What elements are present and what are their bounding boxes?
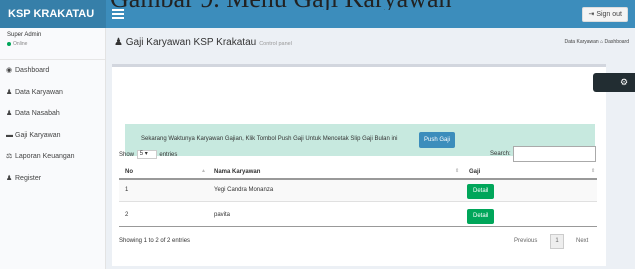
detail-button[interactable]: Detail <box>467 184 495 199</box>
sidebar-item-label: Data Nasabah <box>15 110 60 117</box>
breadcrumb-home[interactable]: Dashboard <box>605 39 629 45</box>
cell-nama: pavita <box>214 212 231 218</box>
entries-label: entries <box>159 152 178 159</box>
user-plus-icon: ♟ <box>6 174 13 182</box>
users-icon: ♟ <box>6 110 13 117</box>
search-label: Search: <box>490 151 511 157</box>
pagination-previous[interactable]: Previous <box>514 238 537 244</box>
entries-select[interactable]: 5 ▾ <box>136 150 157 159</box>
home-icon: ⌂ <box>600 39 604 45</box>
sidebar: Super Admin Online ◉ Dashboard ♟ Data Kary… <box>0 28 106 269</box>
user-name: Super Admin <box>7 32 42 38</box>
cell-nama: Yegi Candra Monanza <box>214 187 274 193</box>
page-subtitle: Control panel <box>259 41 292 47</box>
dashboard-icon: ◉ <box>6 67 13 74</box>
sidebar-item-data-karyawan[interactable]: ♟ Data Karyawan <box>0 82 105 104</box>
sign-out-label: Sign out <box>596 11 622 18</box>
search-input[interactable] <box>513 146 596 162</box>
content-header: ♟ Gaji Karyawan KSP Krakatau Control pane… <box>106 28 635 58</box>
gear-icon[interactable]: ⚙ <box>593 73 635 92</box>
sidebar-item-label: Dashboard <box>15 67 50 74</box>
detail-button[interactable]: Detail <box>467 209 495 224</box>
sign-out-button[interactable]: ⇥ Sign out <box>582 7 628 22</box>
column-no[interactable]: No <box>125 169 133 175</box>
page-title-text: Gaji Karyawan KSP Krakatau <box>125 37 257 48</box>
user-icon: ♟ <box>6 88 13 96</box>
online-dot-icon <box>7 41 11 46</box>
sidebar-item-label: Gaji Karyawan <box>15 131 61 139</box>
menu-toggle-icon[interactable] <box>112 9 124 19</box>
sign-out-icon: ⇥ <box>588 11 595 18</box>
table-header: No ▲ Nama Karyawan ⇕ Gaji ⇕ <box>119 165 597 180</box>
notice-text: Sekarang Waktunya Karyawan Gajian, Klik … <box>141 136 398 142</box>
user-status-label: Online <box>13 41 28 47</box>
sidebar-item-label: Data Karyawan <box>15 88 63 96</box>
balance-icon: ⚖ <box>6 153 13 160</box>
breadcrumb: Data Karyawan ⌂ Dashboard <box>565 39 629 45</box>
column-nama-karyawan[interactable]: Nama Karyawan <box>214 169 260 175</box>
show-label: Show <box>119 152 135 159</box>
sort-icon: ▲ <box>201 168 206 174</box>
sidebar-item-data-nasabah[interactable]: ♟ Data Nasabah <box>0 103 105 125</box>
user-panel: Super Admin Online <box>0 28 105 60</box>
user-icon: ♟ <box>114 37 123 48</box>
sidebar-item-gaji-karyawan[interactable]: ▬ Gaji Karyawan <box>0 125 105 147</box>
table-info: Showing 1 to 2 of 2 entries <box>119 238 191 244</box>
sidebar-item-dashboard[interactable]: ◉ Dashboard <box>0 60 105 82</box>
column-gaji[interactable]: Gaji <box>469 169 480 175</box>
sidebar-item-label: Register <box>15 174 42 182</box>
push-gaji-button[interactable]: Push Gaji <box>419 132 456 148</box>
user-status: Online <box>7 41 98 47</box>
money-icon: ▬ <box>6 131 13 139</box>
cell-no: 2 <box>125 212 129 218</box>
sort-icon: ⇕ <box>455 168 460 174</box>
page-title: ♟ Gaji Karyawan KSP Krakatau Control pane… <box>114 37 292 48</box>
show-entries: Show 5 ▾ entries <box>119 150 177 159</box>
sidebar-item-register[interactable]: ♟ Register <box>0 168 105 190</box>
sidebar-item-label: Laporan Keuangan <box>15 153 75 160</box>
top-navbar: KSP KRAKATAU ⇥ Sign out <box>0 0 635 28</box>
pagination-next[interactable]: Next <box>576 238 588 244</box>
sort-icon: ⇕ <box>591 168 596 174</box>
chevron-down-icon: ▾ <box>144 151 148 157</box>
table-row: 2 pavita Detail <box>119 205 597 227</box>
pagination-page-1[interactable]: 1 <box>550 234 564 249</box>
table-row: 1 Yegi Candra Monanza Detail <box>119 180 597 202</box>
sidebar-item-laporan-keuangan[interactable]: ⚖ Laporan Keuangan <box>0 146 105 168</box>
cell-no: 1 <box>125 187 129 193</box>
breadcrumb-item[interactable]: Data Karyawan <box>565 39 599 45</box>
brand-logo[interactable]: KSP KRAKATAU <box>0 0 106 28</box>
entries-value: 5 <box>139 151 144 157</box>
